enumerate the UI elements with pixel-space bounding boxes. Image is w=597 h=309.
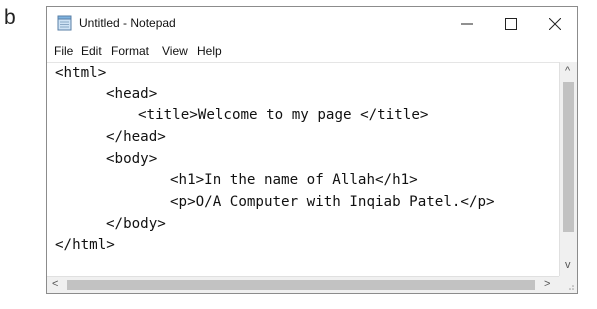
minimize-button[interactable] <box>445 7 489 40</box>
code-line: <body> <box>106 151 158 167</box>
minimize-icon <box>461 23 473 24</box>
scroll-right-arrow-icon[interactable]: > <box>544 279 550 290</box>
scroll-up-arrow-icon[interactable]: ^ <box>565 66 570 77</box>
notepad-icon <box>57 15 72 31</box>
menu-edit[interactable]: Edit <box>81 44 102 58</box>
text-editor[interactable]: <html> <head> <title>Welcome to my page … <box>47 62 559 276</box>
figure-label: b <box>4 6 16 29</box>
title-bar[interactable]: Untitled - Notepad <box>47 7 577 40</box>
code-line: </head> <box>106 129 166 145</box>
code-line: </body> <box>106 216 166 232</box>
resize-grip-icon <box>569 285 574 290</box>
code-line: <p>O/A Computer with Inqiab Patel.</p> <box>170 194 495 210</box>
horizontal-scroll-thumb[interactable] <box>67 280 535 290</box>
horizontal-scrollbar[interactable]: < > <box>47 276 559 293</box>
menu-bar: File Edit Format View Help <box>47 40 577 62</box>
menu-help[interactable]: Help <box>197 44 222 58</box>
code-line: </html> <box>55 237 115 253</box>
scroll-left-arrow-icon[interactable]: < <box>52 279 58 290</box>
code-line: <head> <box>106 86 158 102</box>
code-line: <title>Welcome to my page </title> <box>138 107 429 123</box>
close-button[interactable] <box>533 7 577 40</box>
vertical-scrollbar[interactable]: ^ v <box>559 62 577 276</box>
resize-grip[interactable] <box>559 276 577 293</box>
menu-format[interactable]: Format <box>111 44 149 58</box>
vertical-scroll-thumb[interactable] <box>563 82 574 232</box>
code-line: <html> <box>55 65 107 81</box>
close-icon <box>549 17 561 30</box>
maximize-button[interactable] <box>489 7 533 40</box>
menu-file[interactable]: File <box>54 44 73 58</box>
menu-view[interactable]: View <box>162 44 188 58</box>
code-line: <h1>In the name of Allah</h1> <box>170 172 418 188</box>
window-title: Untitled - Notepad <box>79 16 176 30</box>
maximize-icon <box>505 17 517 30</box>
notepad-window: Untitled - Notepad File Edit Format View… <box>46 6 578 294</box>
scroll-down-arrow-icon[interactable]: v <box>565 260 571 271</box>
